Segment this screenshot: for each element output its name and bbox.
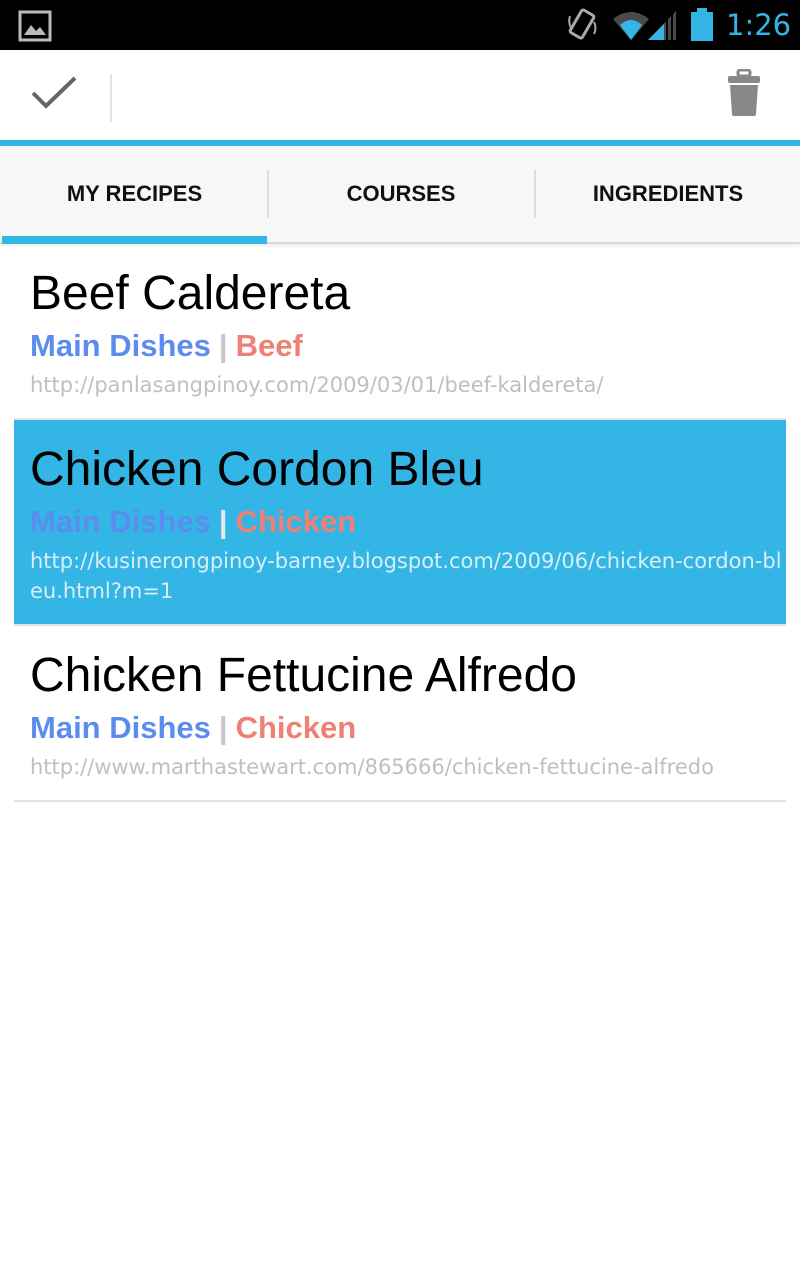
recipe-title: Chicken Cordon Bleu [30,443,484,496]
rotate-icon [566,8,600,46]
recipe-url: http://www.marthastewart.com/865666/chic… [30,755,714,779]
tab-ingredients[interactable]: INGREDIENTS [536,146,800,242]
recipe-tags: Main Dishes | Chicken [30,502,786,542]
recipe-course: Main Dishes [30,710,211,745]
tab-label: COURSES [346,181,456,206]
wifi-icon [612,9,650,45]
recipe-tags: Main Dishes | Beef [30,326,786,366]
clock: 1:26 [726,8,792,42]
checkmark-icon [30,75,78,115]
recipe-url: http://kusinerongpinoy-barney.blogspot.c… [30,549,782,603]
recipe-url: http://panlasangpinoy.com/2009/03/01/bee… [30,373,604,397]
action-divider [110,74,112,122]
delete-button[interactable] [712,50,776,140]
tag-separator: | [218,710,228,745]
recipe-course: Main Dishes [30,504,211,539]
recipe-title: Beef Caldereta [30,267,351,320]
trash-icon [727,68,761,121]
signal-icon [648,9,678,45]
recipe-ingredient: Chicken [235,504,357,539]
recipe-list-item[interactable]: Chicken Fettucine Alfredo Main Dishes | Ch… [14,626,786,802]
battery-icon [690,8,714,46]
tab-label: INGREDIENTS [592,181,744,206]
tab-bar: MY RECIPES COURSES INGREDIENTS [0,146,800,244]
recipe-course: Main Dishes [30,328,211,363]
recipe-ingredient: Beef [235,328,303,363]
selected-tab-indicator [2,236,267,244]
tab-label: MY RECIPES [66,181,203,206]
recipe-list: Beef Caldereta Main Dishes | Beef http://p… [14,244,786,802]
tab-courses[interactable]: COURSES [268,146,534,242]
recipe-tags: Main Dishes | Chicken [30,708,786,748]
done-button[interactable] [0,50,108,140]
recipe-title: Chicken Fettucine Alfredo [30,649,577,702]
recipe-list-item[interactable]: Beef Caldereta Main Dishes | Beef http://p… [14,244,786,420]
tab-my-recipes[interactable]: MY RECIPES [2,146,267,242]
recipe-list-item-selected[interactable]: Chicken Cordon Bleu Main Dishes | Chicken … [14,420,786,626]
tag-separator: | [218,504,228,539]
action-bar [0,50,800,140]
gallery-icon [18,10,52,46]
status-bar: 1:26 [0,0,800,50]
recipe-ingredient: Chicken [235,710,357,745]
tag-separator: | [218,328,228,363]
